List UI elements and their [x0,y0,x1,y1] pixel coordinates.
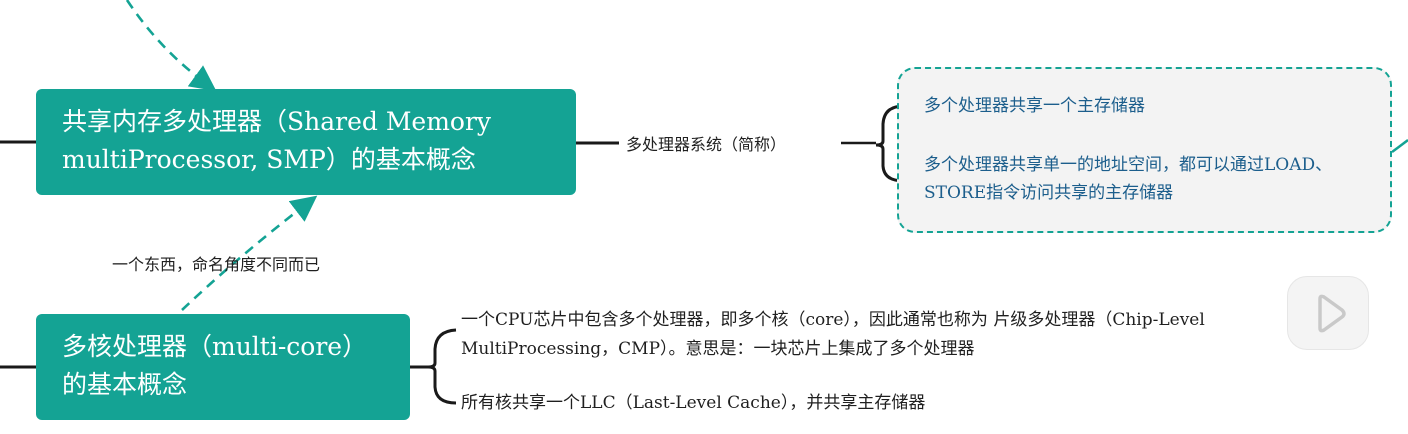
smp-edge-label: 多处理器系统（简称） [626,135,787,154]
multicore-bracket [427,328,457,405]
play-button[interactable] [1287,276,1369,350]
box-outgoing-line [1391,139,1408,153]
multicore-node-title: 多核处理器（multi-core）的基本概念 [62,332,368,399]
smp-detail-2: 多个处理器共享单一的地址空间，都可以通过LOAD、STORE指令访问共享的主存储… [924,155,1333,203]
relation-label: 一个东西，命名角度不同而已 [112,255,321,274]
play-icon [1318,294,1346,333]
multicore-node[interactable]: 多核处理器（multi-core）的基本概念 [36,314,410,420]
smp-detail-1: 多个处理器共享一个主存储器 [924,96,1145,116]
mind-map-canvas: 共享内存多处理器（Shared Memory multiProcessor, S… [0,0,1408,434]
smp-node-title: 共享内存多处理器（Shared Memory multiProcessor, S… [62,107,492,174]
smp-node[interactable]: 共享内存多处理器（Shared Memory multiProcessor, S… [36,89,576,195]
multicore-detail-2: 所有核共享一个LLC（Last-Level Cache），并共享主存储器 [461,393,926,413]
multicore-detail-1: 一个CPU芯片中包含多个处理器，即多个核（core），因此通常也称为 片级多处理… [461,310,1205,359]
incoming-dashed-arrow [125,0,217,92]
